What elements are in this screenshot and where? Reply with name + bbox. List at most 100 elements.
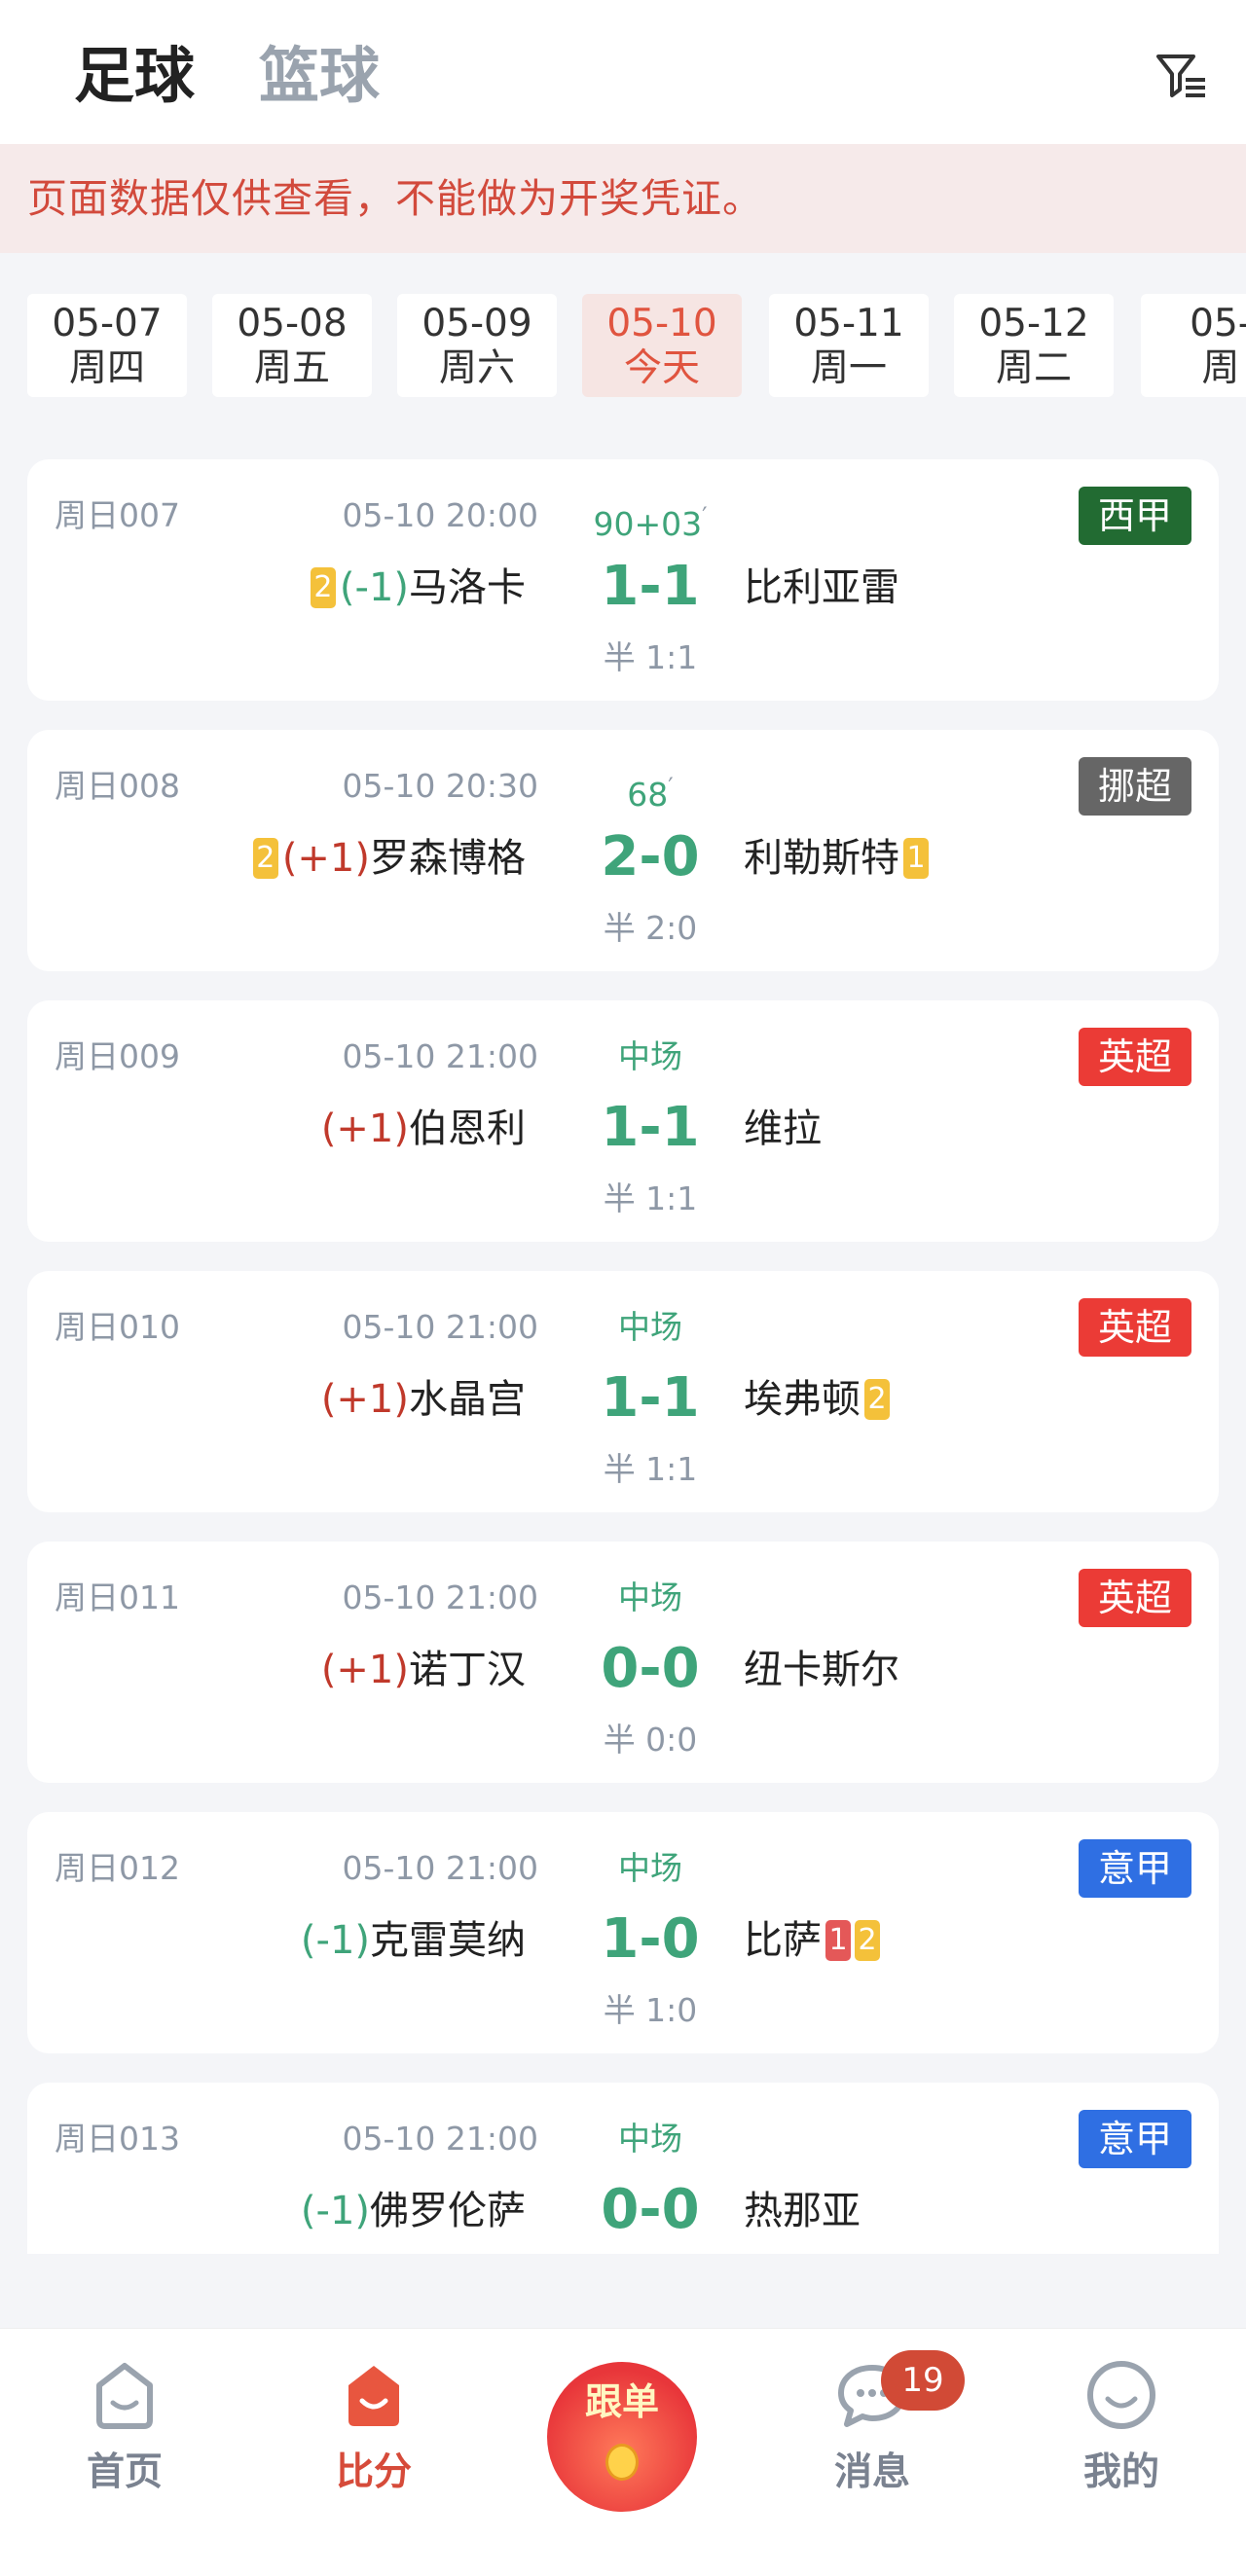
weekday-label: 周二 bbox=[995, 346, 1072, 390]
away-team: 比萨 1 2 bbox=[744, 1913, 884, 1968]
nav-home[interactable]: 首页 bbox=[27, 2356, 222, 2496]
date-item[interactable]: 05-09 周六 bbox=[397, 294, 557, 397]
home-team-name: 克雷莫纳 bbox=[370, 1918, 526, 1963]
home-team: (-1) 佛罗伦萨 bbox=[301, 2184, 526, 2238]
nav-score[interactable]: 比分 bbox=[276, 2356, 471, 2496]
match-card[interactable]: 周日012 05-10 21:00 中场 意甲 (-1) 克雷莫纳 1-0 比萨… bbox=[27, 1812, 1219, 2053]
match-card[interactable]: 周日008 05-10 20:30 68′ 挪超 2 (+1) 罗森博格 2-0… bbox=[27, 730, 1219, 971]
follow-icon bbox=[605, 2444, 639, 2481]
home-team: 2 (+1) 罗森博格 bbox=[249, 831, 526, 886]
score: 0-0 bbox=[601, 1637, 700, 1700]
date-label: 05- bbox=[1190, 302, 1246, 345]
date-selector: 05-07 周四 05-08 周五 05-09 周六 05-10 今天 05-1… bbox=[0, 253, 1246, 428]
away-team: 埃弗顿 2 bbox=[744, 1372, 894, 1427]
match-status: 中场 bbox=[618, 1849, 682, 1887]
league-badge: 英超 bbox=[1078, 1298, 1191, 1357]
weekday-label: 周五 bbox=[253, 346, 330, 390]
league-badge: 意甲 bbox=[1078, 1839, 1191, 1898]
match-number: 周日011 bbox=[55, 1578, 180, 1616]
match-time: 05-10 21:00 bbox=[342, 1578, 538, 1616]
handicap: (-1) bbox=[300, 2189, 370, 2233]
match-number: 周日010 bbox=[55, 1308, 180, 1346]
match-card[interactable]: 周日009 05-10 21:00 中场 英超 (+1) 伯恩利 1-1 维拉 … bbox=[27, 1000, 1219, 1242]
nav-label: 首页 bbox=[86, 2450, 163, 2494]
away-team-name: 热那亚 bbox=[744, 2189, 861, 2233]
weekday-label: 周 bbox=[1201, 346, 1240, 390]
match-card[interactable]: 周日007 05-10 20:00 90+03′ 西甲 2 (-1) 马洛卡 1… bbox=[27, 459, 1219, 701]
home-team-name: 马洛卡 bbox=[409, 565, 526, 610]
match-status: 68′ bbox=[553, 767, 748, 815]
date-item-today[interactable]: 05-10 今天 bbox=[582, 294, 742, 397]
date-label: 05-11 bbox=[793, 302, 904, 345]
weekday-label: 今天 bbox=[623, 346, 700, 390]
match-number: 周日008 bbox=[55, 767, 180, 805]
profile-icon bbox=[1087, 2361, 1155, 2429]
yellow-card-count: 2 bbox=[864, 1379, 890, 1420]
match-card[interactable]: 周日013 05-10 21:00 中场 意甲 (-1) 佛罗伦萨 0-0 热那… bbox=[27, 2083, 1219, 2254]
score: 2-0 bbox=[601, 825, 700, 889]
match-time: 05-10 21:00 bbox=[342, 1037, 538, 1075]
red-card-count: 1 bbox=[825, 1920, 851, 1961]
nav-label: 比分 bbox=[335, 2450, 412, 2494]
home-team-name: 诺丁汉 bbox=[409, 1648, 526, 1692]
league-badge: 意甲 bbox=[1078, 2110, 1191, 2168]
filter-icon[interactable] bbox=[1154, 51, 1209, 101]
match-number: 周日007 bbox=[55, 496, 180, 534]
league-badge: 西甲 bbox=[1078, 487, 1191, 545]
date-item[interactable]: 05-12 周二 bbox=[954, 294, 1114, 397]
yellow-card-count: 2 bbox=[310, 567, 336, 608]
away-team-name: 比萨 bbox=[744, 1918, 822, 1963]
handicap: (-1) bbox=[300, 1918, 370, 1963]
score: 0-0 bbox=[601, 2178, 700, 2241]
date-item[interactable]: 05-07 周四 bbox=[27, 294, 187, 397]
date-item[interactable]: 05- 周 bbox=[1141, 294, 1246, 397]
score: 1-1 bbox=[601, 1366, 700, 1430]
date-item[interactable]: 05-08 周五 bbox=[212, 294, 372, 397]
match-card[interactable]: 周日011 05-10 21:00 中场 英超 (+1) 诺丁汉 0-0 纽卡斯… bbox=[27, 1542, 1219, 1783]
away-team-name: 纽卡斯尔 bbox=[744, 1648, 899, 1692]
handicap: (+1) bbox=[320, 1648, 409, 1692]
half-time-score: 半 1:1 bbox=[603, 1450, 698, 1488]
handicap: (-1) bbox=[339, 565, 409, 610]
date-label: 05-12 bbox=[978, 302, 1089, 345]
follow-bet-button[interactable]: 跟单 bbox=[547, 2362, 697, 2512]
match-card[interactable]: 周日010 05-10 21:00 中场 英超 (+1) 水晶宫 1-1 埃弗顿… bbox=[27, 1271, 1219, 1512]
half-time-score: 半 2:0 bbox=[603, 909, 698, 947]
score: 1-1 bbox=[601, 1096, 700, 1159]
score: 1-0 bbox=[601, 1907, 700, 1971]
away-team: 纽卡斯尔 bbox=[744, 1643, 899, 1697]
away-team: 比利亚雷 bbox=[744, 561, 899, 615]
home-team: (+1) 水晶宫 bbox=[321, 1372, 526, 1427]
home-icon bbox=[96, 2363, 153, 2429]
half-time-score: 半 0:0 bbox=[603, 1721, 698, 1759]
date-label: 05-09 bbox=[421, 302, 532, 345]
handicap: (+1) bbox=[320, 1377, 409, 1422]
away-team-name: 利勒斯特 bbox=[744, 836, 899, 881]
tab-football[interactable]: 足球 bbox=[74, 39, 195, 113]
half-time-score: 半 1:0 bbox=[603, 1991, 698, 2029]
minute-mark: ′ bbox=[702, 502, 708, 529]
away-team: 利勒斯特 1 bbox=[744, 831, 933, 886]
home-team: (+1) 诺丁汉 bbox=[321, 1643, 526, 1697]
away-team-name: 维拉 bbox=[744, 1107, 822, 1151]
home-team-name: 罗森博格 bbox=[370, 836, 526, 881]
date-label: 05-10 bbox=[606, 302, 717, 345]
date-item[interactable]: 05-11 周一 bbox=[769, 294, 929, 397]
match-time: 05-10 20:30 bbox=[342, 767, 538, 805]
handicap: (+1) bbox=[281, 836, 370, 881]
weekday-label: 周六 bbox=[438, 346, 515, 390]
match-number: 周日013 bbox=[55, 2120, 180, 2158]
handicap: (+1) bbox=[320, 1107, 409, 1151]
disclaimer-banner: 页面数据仅供查看，不能做为开奖凭证。 bbox=[0, 144, 1246, 253]
match-time: 05-10 20:00 bbox=[342, 496, 538, 534]
match-status: 中场 bbox=[618, 1308, 682, 1346]
match-minute: 68 bbox=[627, 776, 669, 814]
disclaimer-text: 页面数据仅供查看，不能做为开奖凭证。 bbox=[27, 175, 763, 222]
score: 1-1 bbox=[601, 555, 700, 618]
top-header: 足球 篮球 bbox=[0, 0, 1246, 144]
match-minute: 90+03 bbox=[593, 505, 703, 543]
follow-label: 跟单 bbox=[584, 2380, 659, 2423]
yellow-card-count: 1 bbox=[903, 838, 929, 879]
nav-profile[interactable]: 我的 bbox=[1024, 2356, 1219, 2496]
tab-basketball[interactable]: 篮球 bbox=[259, 39, 380, 113]
